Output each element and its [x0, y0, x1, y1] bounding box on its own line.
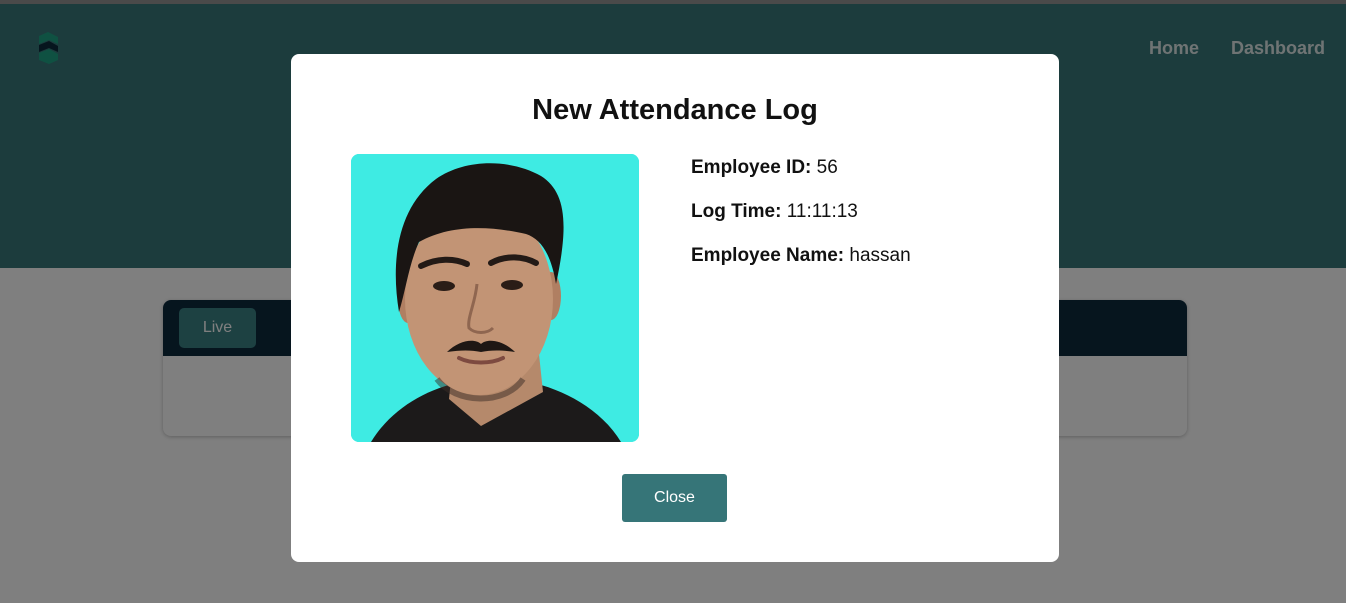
employee-name-label: Employee Name: — [691, 245, 850, 266]
log-time-value: 11:11:13 — [786, 201, 858, 222]
log-time-label: Log Time: — [691, 201, 787, 222]
modal-title: New Attendance Log — [532, 94, 818, 126]
close-button[interactable]: Close — [622, 474, 727, 522]
log-time-row: Log Time: 11:11:13 — [691, 200, 911, 224]
employee-name-row: Employee Name: hassan — [691, 244, 911, 268]
employee-id-value: 56 — [816, 157, 838, 178]
employee-name-value: hassan — [849, 245, 911, 266]
attendance-log-modal: New Attendance Log Employee ID: 56 Log T… — [291, 54, 1059, 562]
employee-info: Employee ID: 56 Log Time: 11:11:13 Emplo… — [691, 156, 911, 288]
employee-id-label: Employee ID: — [691, 157, 817, 178]
employee-id-row: Employee ID: 56 — [691, 156, 911, 180]
employee-photo — [351, 154, 639, 442]
